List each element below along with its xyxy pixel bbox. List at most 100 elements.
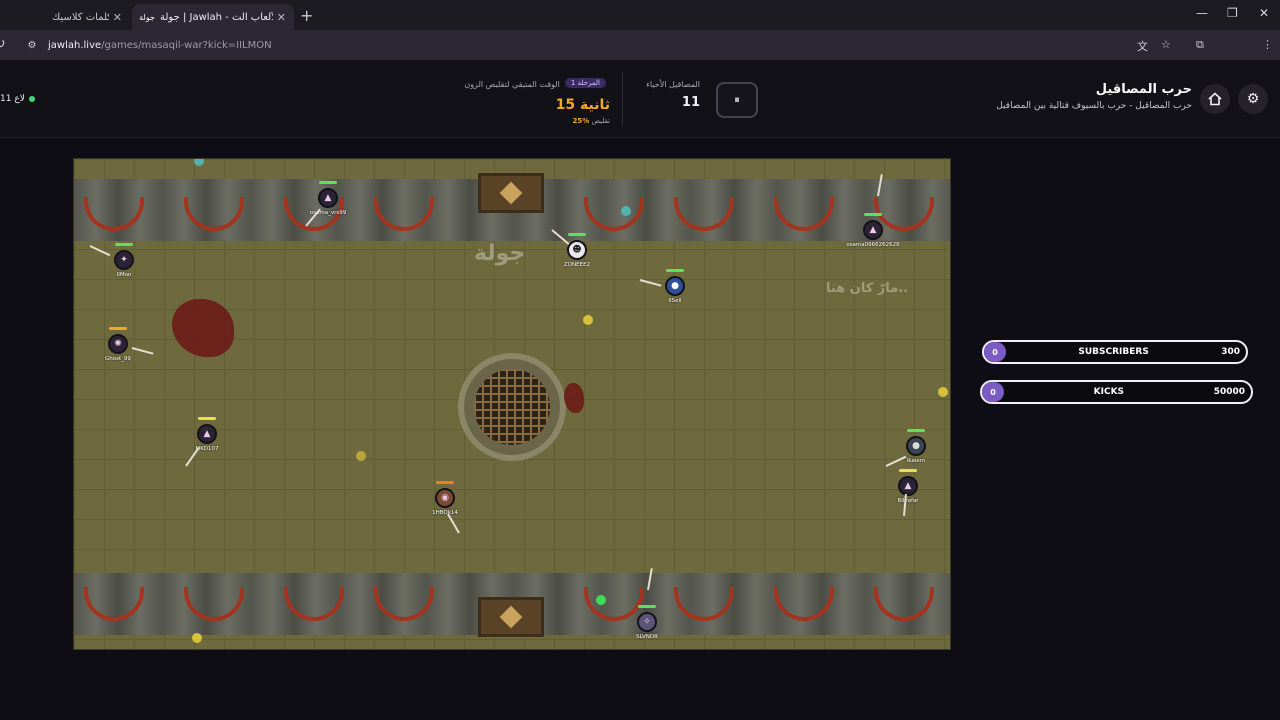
- goal-label: KICKS: [1093, 387, 1125, 397]
- game-header: 11 لاع الوقت المتبقي لتقليص الزون المرحل…: [0, 60, 1280, 138]
- coin-orb: [938, 387, 948, 397]
- settings-button[interactable]: ⚙: [1238, 84, 1268, 114]
- player-avatar-icon: ◉: [435, 488, 455, 508]
- coin-orb: [356, 451, 366, 461]
- stage-badge: المرحلة 1: [564, 77, 606, 88]
- player: ✺ Ghost_99: [88, 327, 148, 362]
- health-bar: [568, 233, 586, 236]
- zone-shrink-info: 25% تقليص: [440, 117, 611, 125]
- blood-splatter: [564, 383, 584, 413]
- window-close-icon[interactable]: ✕: [1259, 6, 1269, 20]
- translate-icon[interactable]: 文: [1137, 38, 1148, 54]
- browser-menu-icon[interactable]: ⋮: [1262, 38, 1273, 51]
- shrink-label: تقليص: [591, 117, 611, 125]
- health-bar: [109, 327, 127, 330]
- online-status-dot-icon: [28, 96, 35, 102]
- health-bar: [907, 429, 925, 432]
- player-avatar-icon: ●: [665, 276, 685, 296]
- floor-graffiti: مارّ كان هنا..: [826, 281, 909, 296]
- player: ▲ osama0966262626: [843, 213, 903, 248]
- browser-address-bar: ↻ ⚙ jawlah.live /games/masaqil-war?kick=…: [0, 30, 1280, 82]
- health-bar: [864, 213, 882, 216]
- game-arena[interactable]: جولة مارّ كان هنا.. ▲ osama_vrs99 ✦ IIMo…: [73, 158, 951, 650]
- goal-progress: 0: [984, 342, 1006, 362]
- url-field[interactable]: ⚙ jawlah.live /games/masaqil-war?kick=II…: [20, 34, 1130, 56]
- health-orb: [596, 595, 606, 605]
- site-info-icon[interactable]: ⚙: [24, 37, 40, 53]
- header-divider: [622, 72, 623, 126]
- home-button[interactable]: [1200, 84, 1230, 114]
- zone-seconds: 15 ثانية: [555, 97, 610, 113]
- tab-title: كلمات كلاسيك: [52, 11, 109, 23]
- subscribers-goal-bar: 0 SUBSCRIBERS 300: [982, 340, 1248, 364]
- player-name: IIMon: [116, 272, 132, 278]
- zone-timer-label: الوقت المتبقي لتقليص الزون: [464, 80, 560, 89]
- center-pit-grate: [458, 353, 566, 461]
- restore-icon[interactable]: ❐: [1227, 6, 1238, 20]
- health-bar: [115, 243, 133, 246]
- health-bar: [198, 417, 216, 420]
- pause-icon: ⏸: [734, 93, 740, 106]
- player-name: ZONEEE2: [563, 262, 591, 268]
- new-tab-icon[interactable]: +: [300, 6, 313, 25]
- bookmark-star-icon[interactable]: ☆: [1161, 38, 1171, 51]
- top-gate: [478, 173, 544, 213]
- url-path: /games/masaqil-war?kick=IILMON: [101, 39, 272, 51]
- player-avatar-icon: ▲: [898, 476, 918, 496]
- coin-orb: [192, 633, 202, 643]
- floor-graffiti: جولة: [474, 241, 526, 266]
- kicks-goal-bar: 0 KICKS 50000: [980, 380, 1253, 404]
- reload-icon[interactable]: ↻: [0, 36, 6, 52]
- player-avatar-icon: ✦: [114, 250, 134, 270]
- game-title: حرب المصاقيل: [1095, 82, 1192, 97]
- player-avatar-icon: ▲: [863, 220, 883, 240]
- health-bar: [638, 605, 656, 608]
- online-count: 11 لاع: [0, 94, 25, 104]
- game-title-block: حرب المصاقيل حرب المصاقيل - حرب بالسيوف …: [960, 82, 1192, 111]
- health-bar: [436, 481, 454, 484]
- player-name: Ghost_99: [105, 356, 131, 362]
- goal-target: 50000: [1213, 387, 1245, 397]
- jawlah-favicon-icon: جولة: [139, 12, 155, 22]
- alive-counter: المصاقيل الأحياء 11: [630, 80, 700, 110]
- player-name: osama0966262626: [846, 242, 900, 248]
- player-name: osama_vrs99: [309, 210, 347, 216]
- player-avatar-icon: ●: [906, 436, 926, 456]
- player: ▲ MKD107: [177, 417, 237, 452]
- player: ◉ 1HBOk14: [415, 481, 475, 516]
- player: ● Ikaiem: [886, 429, 946, 464]
- player-avatar-icon: ✧: [637, 612, 657, 632]
- health-bar: [319, 181, 337, 184]
- player-name: MKD107: [195, 446, 219, 452]
- player-name: SLVNDR: [636, 634, 658, 640]
- close-tab-icon[interactable]: ✕: [277, 11, 286, 24]
- player: ✧ SLVNDR: [617, 605, 677, 640]
- bottom-gate: [478, 597, 544, 637]
- pause-button[interactable]: ⏸: [716, 82, 758, 118]
- shrink-percent: 25%: [572, 117, 590, 125]
- extensions-icon[interactable]: ⧉: [1196, 38, 1204, 52]
- home-icon: [1208, 92, 1222, 106]
- player-avatar-icon: ☻: [567, 240, 587, 260]
- zone-timer: الوقت المتبقي لتقليص الزون المرحلة 1 15 …: [440, 72, 610, 125]
- game-subtitle: حرب المصاقيل - حرب بالسيوف قتالية بين ال…: [996, 101, 1192, 111]
- online-players-indicator: 11 لاع: [0, 94, 35, 104]
- player-name: 1HBOk14: [432, 510, 458, 516]
- minimize-icon[interactable]: —: [1196, 6, 1208, 20]
- url-host: jawlah.live: [48, 39, 102, 51]
- alive-label: المصاقيل الأحياء: [646, 80, 700, 89]
- player: ▲ osama_vrs99: [298, 181, 358, 216]
- browser-tab-kalimat[interactable]: كلمات كلاسيك ✕: [44, 4, 130, 30]
- browser-tab-jawlah[interactable]: جولة جولة | Jawlah - منصة الألعاب الت ✕: [132, 4, 294, 30]
- player-avatar-icon: ▲: [318, 188, 338, 208]
- player-avatar-icon: ✺: [108, 334, 128, 354]
- alive-count: 11: [681, 95, 700, 110]
- goal-progress: 0: [982, 382, 1004, 402]
- goal-target: 300: [1221, 347, 1240, 357]
- player-name: Bilyafar: [897, 498, 919, 504]
- player: ● IISeil: [645, 269, 705, 304]
- goal-label: SUBSCRIBERS: [1078, 347, 1149, 357]
- health-bar: [666, 269, 684, 272]
- coin-orb: [583, 315, 593, 325]
- close-tab-icon[interactable]: ✕: [113, 11, 122, 24]
